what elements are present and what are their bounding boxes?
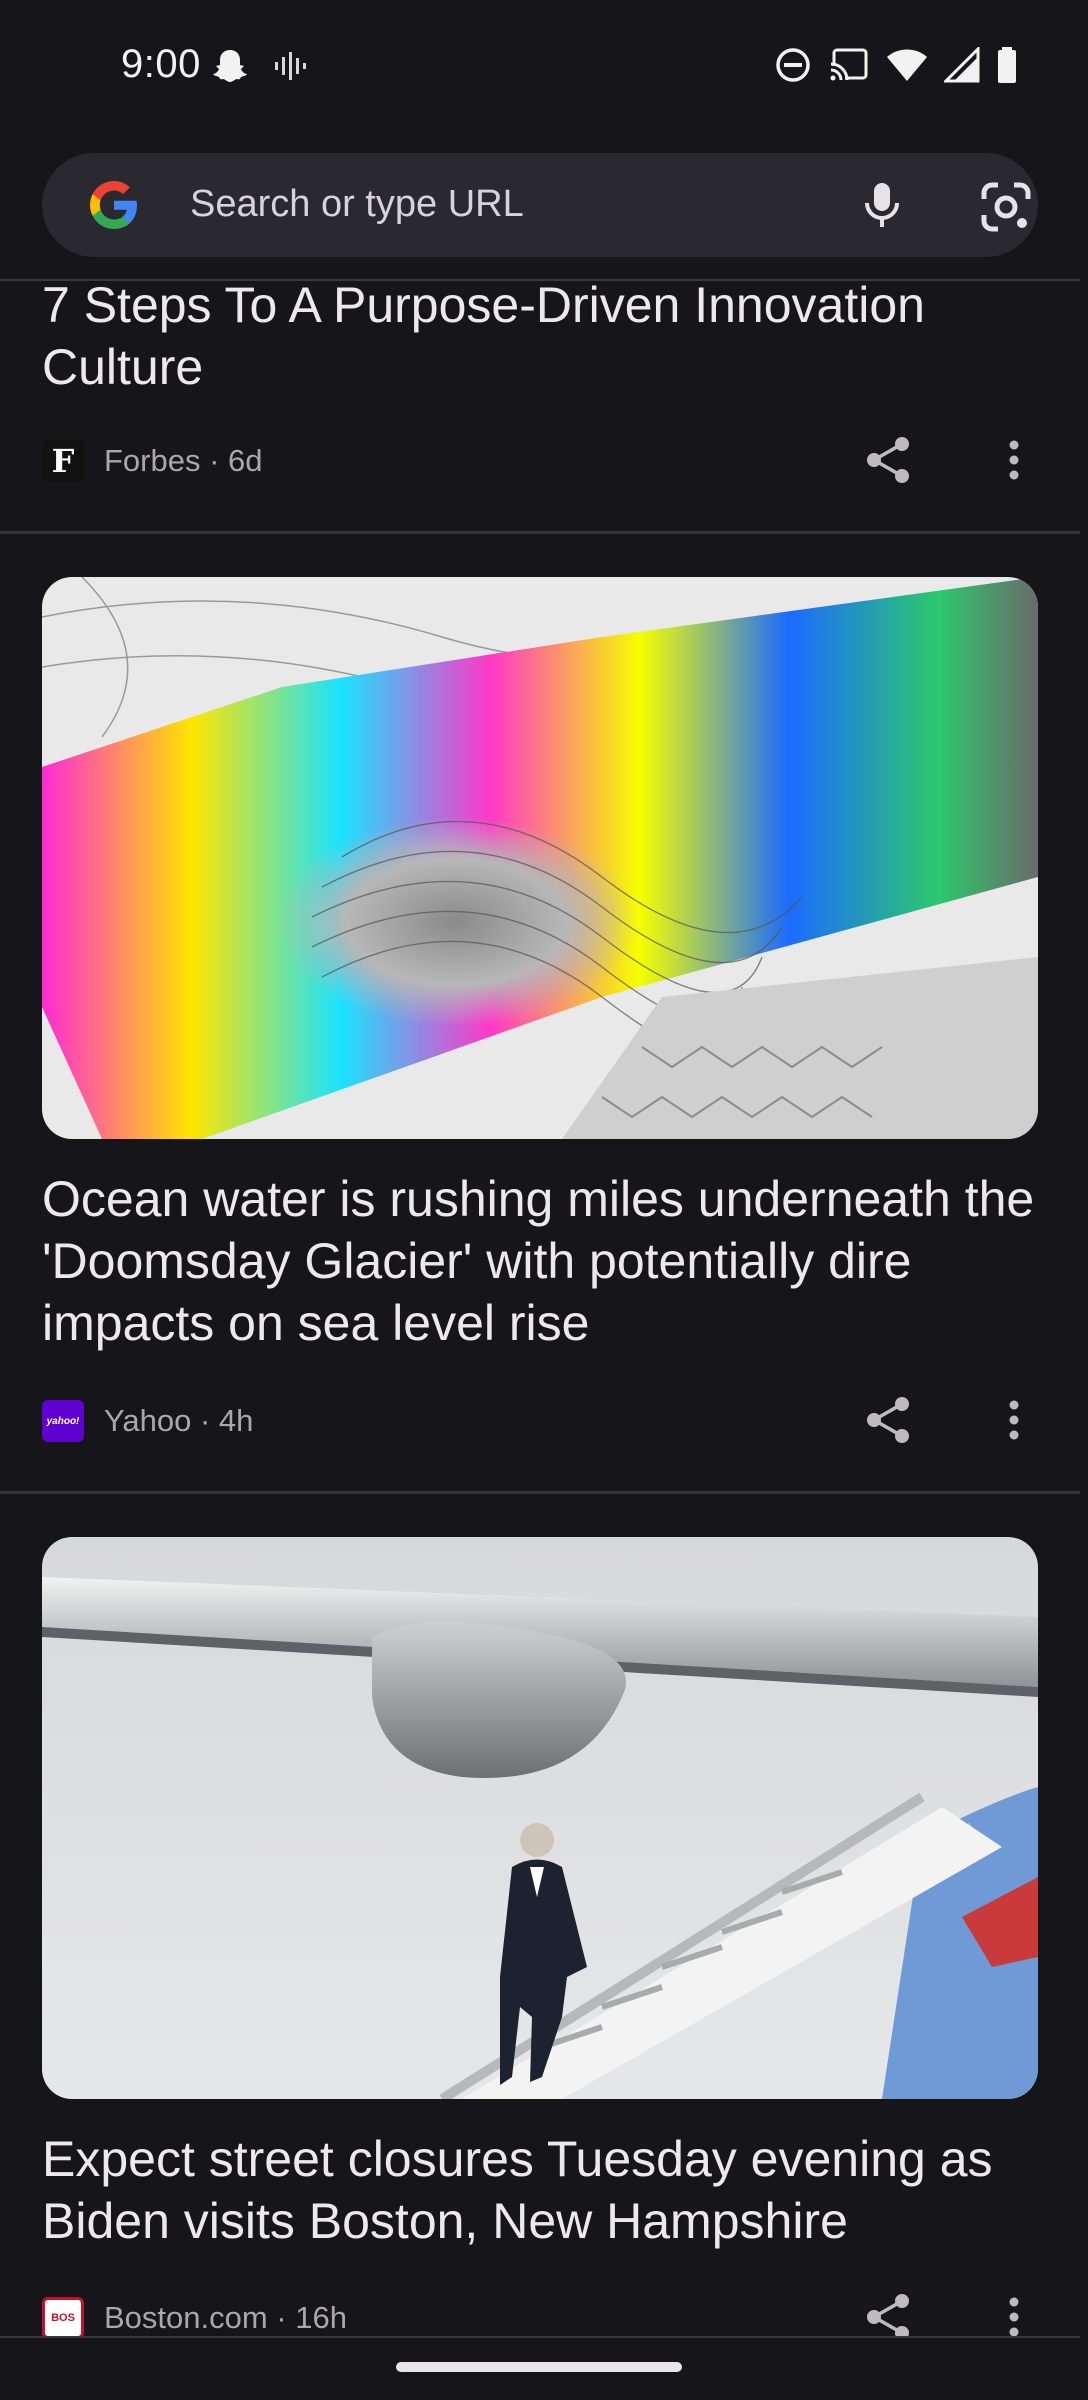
google-lens-icon[interactable] xyxy=(976,177,1036,237)
status-bar: 9:00 xyxy=(0,0,1088,135)
do-not-disturb-icon xyxy=(776,48,810,82)
yahoo-logo: yahoo! xyxy=(42,1400,84,1442)
status-right-icons xyxy=(774,46,1018,84)
article-source: Forbes · 6d xyxy=(104,443,263,478)
audio-wave-icon xyxy=(275,52,306,80)
bottom-divider xyxy=(0,2336,1080,2338)
airplane-stairs-image xyxy=(42,1537,1038,2099)
card-divider xyxy=(0,1491,1080,1494)
more-options-icon[interactable] xyxy=(996,1394,1032,1446)
forbes-logo: F xyxy=(42,440,84,482)
more-options-icon[interactable] xyxy=(996,434,1032,486)
article-image[interactable] xyxy=(42,1537,1038,2099)
article-meta: F Forbes · 6d xyxy=(42,439,263,483)
article-source: Yahoo · 4h xyxy=(104,1403,254,1438)
glacier-map-image xyxy=(42,577,1038,1139)
google-logo-icon xyxy=(90,181,137,229)
article-meta: BOS Boston.com · 16h xyxy=(42,2296,347,2340)
article-title[interactable]: 7 Steps To A Purpose-Driven Innovation C… xyxy=(42,274,1042,398)
status-left-icons xyxy=(210,46,306,86)
article-title[interactable]: Expect street closures Tuesday evening a… xyxy=(42,2128,1042,2252)
omnibox[interactable]: Search or type URL xyxy=(42,153,1038,257)
gesture-nav-handle[interactable] xyxy=(396,2362,682,2372)
card-divider xyxy=(0,531,1080,534)
boston-logo: BOS xyxy=(42,2297,84,2339)
article-source: Boston.com · 16h xyxy=(104,2300,347,2335)
snapchat-icon xyxy=(213,50,247,82)
article-meta: yahoo! Yahoo · 4h xyxy=(42,1399,253,1443)
share-icon[interactable] xyxy=(862,434,914,486)
share-icon[interactable] xyxy=(862,1394,914,1446)
search-input[interactable]: Search or type URL xyxy=(190,183,524,226)
article-title[interactable]: Ocean water is rushing miles underneath … xyxy=(42,1168,1042,1354)
article-image[interactable] xyxy=(42,577,1038,1139)
battery-icon xyxy=(998,47,1016,83)
wifi-icon xyxy=(887,49,927,81)
status-time: 9:00 xyxy=(121,42,201,86)
cast-icon xyxy=(830,48,868,81)
signal-icon xyxy=(944,47,980,83)
microphone-icon[interactable] xyxy=(854,177,910,233)
